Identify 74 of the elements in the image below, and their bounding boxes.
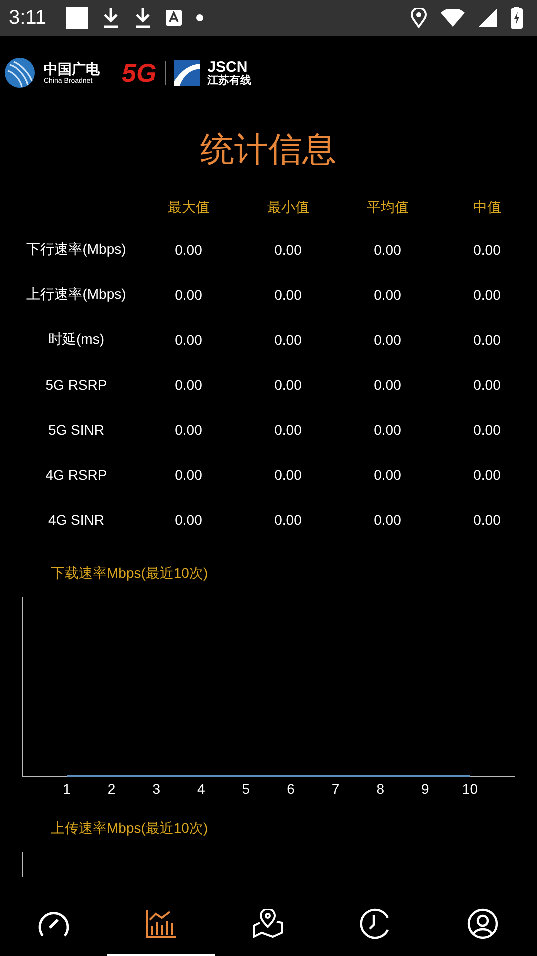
status-time: 3:11 [9, 6, 46, 30]
download-icon [134, 7, 152, 29]
axis-label: 9 [422, 781, 430, 797]
user-icon [467, 908, 500, 940]
table-cell-text: 0.00 [373, 466, 402, 482]
row-label: 下行速率(Mbps) [26, 240, 128, 258]
map-pin-icon [251, 909, 286, 939]
row-label: 4G SINR [47, 512, 106, 528]
chart-title: 上传速率Mbps(最近10次) [51, 819, 208, 837]
axis-label: 4 [198, 781, 206, 797]
page-title: 统计信息 [200, 130, 338, 171]
jscn-logo-icon [174, 60, 200, 86]
brand-subtitle: 江苏有线 [208, 76, 252, 86]
battery-icon [511, 7, 523, 29]
table-cell-text: 0.00 [472, 286, 502, 302]
table-cell-text: 0.00 [174, 512, 204, 528]
brand-name: 中国广电 [44, 62, 100, 76]
table-cell-text: 0.00 [174, 242, 204, 258]
chart-title: 下载速率Mbps(最近10次) [51, 564, 208, 582]
table-cell-text: 0.00 [472, 466, 502, 482]
table-cell-text: 0.00 [174, 286, 204, 302]
table-cell-text: 0.00 [274, 422, 303, 438]
table-cell-text: 0.00 [274, 466, 303, 482]
table-cell-text: 0.00 [472, 376, 502, 392]
column-header: 最小值 [266, 198, 310, 216]
axis-label: 2 [108, 781, 116, 797]
brand-logo-text: 5G [122, 58, 157, 88]
column-header: 最大值 [166, 198, 211, 216]
location-icon [411, 8, 427, 28]
table-cell-text: 0.00 [174, 376, 204, 392]
table-cell-text: 0.00 [274, 376, 303, 392]
brand-name: JSCN [208, 60, 248, 74]
row-label: 5G RSRP [44, 376, 108, 392]
axis-label: 7 [332, 781, 340, 797]
column-header: 平均值 [366, 198, 410, 216]
row-label: 4G RSRP [44, 466, 108, 482]
table-cell-text: 0.00 [472, 242, 502, 258]
table-cell-text: 0.00 [174, 422, 204, 438]
table-cell-text: 0.00 [472, 512, 502, 528]
axis-label: 10 [462, 781, 478, 797]
table-cell-text: 0.00 [373, 422, 402, 438]
bar-chart-icon [145, 909, 178, 939]
table-cell-text: 0.00 [274, 286, 303, 302]
axis-label: 1 [63, 781, 71, 797]
clock-icon [360, 908, 392, 940]
table-cell-text: 0.00 [174, 466, 204, 482]
table-cell-text: 0.00 [373, 376, 402, 392]
table-cell-text: 0.00 [472, 332, 502, 348]
table-cell-text: 0.00 [274, 512, 303, 528]
table-cell-text: 0.00 [472, 422, 502, 438]
axis-label: 6 [287, 781, 295, 797]
speedometer-icon [36, 909, 71, 939]
axis-label: 5 [242, 781, 250, 797]
table-cell-text: 0.00 [274, 242, 303, 258]
translate-icon [166, 10, 182, 26]
row-label: 5G SINR [47, 422, 106, 438]
row-label: 时延(ms) [48, 330, 106, 348]
chart-axis [22, 852, 23, 877]
table-cell-text: 0.00 [274, 332, 303, 348]
table-cell-text: 0.00 [373, 286, 402, 302]
table-cell-text: 0.00 [174, 332, 204, 348]
table-cell-text: 0.00 [373, 332, 402, 348]
column-header: 中值 [472, 198, 502, 216]
axis-label: 8 [376, 781, 384, 797]
globe-logo-icon [4, 57, 36, 89]
signal-icon [479, 9, 497, 27]
notification-icon [66, 7, 88, 29]
row-label: 上行速率(Mbps) [26, 286, 128, 304]
table-cell-text: 0.00 [373, 242, 402, 258]
axis-label: 3 [152, 781, 160, 797]
dot-icon [196, 14, 204, 22]
table-cell-text: 0.00 [373, 512, 402, 528]
download-icon [102, 7, 120, 29]
wifi-icon [441, 9, 465, 27]
